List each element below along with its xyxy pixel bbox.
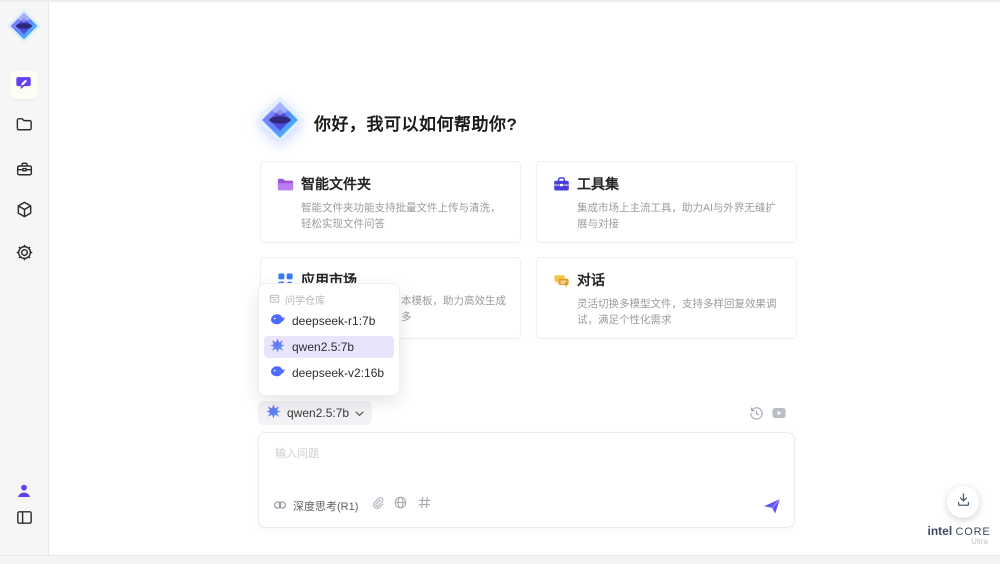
card-title: 对话: [577, 272, 605, 288]
greeting-title: 你好，我可以如何帮助你?: [314, 115, 518, 134]
card-title: 工具集: [577, 176, 619, 192]
model-option-deepseek-r1[interactable]: deepseek-r1:7b: [264, 310, 394, 332]
hash-icon[interactable]: [417, 495, 432, 515]
card-toolset[interactable]: 工具集 集成市场上主流工具，助力AI与外界无缝扩展与对接: [536, 161, 797, 243]
chevron-down-icon: [355, 406, 364, 420]
model-selector-button[interactable]: qwen2.5:7b: [258, 401, 372, 425]
deepseek-whale-icon: [270, 365, 285, 381]
model-dropdown-header-label: 问学仓库: [285, 296, 325, 307]
deepthink-label: 深度思考(R1): [293, 501, 359, 513]
video-icon[interactable]: [771, 405, 787, 421]
sidebar-item-collapse[interactable]: [14, 510, 34, 530]
chat-icon: [15, 74, 33, 97]
deepthink-toggle[interactable]: 深度思考(R1): [273, 498, 358, 514]
paperclip-icon[interactable]: [371, 495, 384, 515]
assistant-logo: [256, 96, 304, 144]
send-icon[interactable]: [763, 497, 781, 515]
sidebar-item-folders[interactable]: [14, 117, 34, 137]
app-logo: [6, 8, 42, 44]
repo-icon: [269, 293, 280, 307]
message-input[interactable]: [273, 443, 757, 489]
sidebar-item-market[interactable]: [14, 200, 34, 224]
download-button[interactable]: [947, 486, 979, 518]
history-icon[interactable]: [749, 406, 764, 421]
card-conversation[interactable]: 对话 灵活切换多模型文件，支持多样回复效果调试，满足个性化需求: [536, 257, 797, 339]
user-icon: [15, 482, 33, 505]
toolbox-icon: [15, 160, 34, 184]
toolbox-indigo-icon: [552, 175, 571, 194]
card-title: 智能文件夹: [301, 176, 371, 192]
model-selector-label: qwen2.5:7b: [287, 406, 350, 420]
qwen-icon: [266, 404, 281, 422]
download-icon: [955, 491, 972, 513]
composer-tools: [371, 495, 432, 515]
model-option-label: qwen2.5:7b: [292, 340, 355, 354]
card-description-partial: 本模板，助力高效生成多: [401, 295, 506, 323]
chat-orange-icon: [552, 271, 571, 290]
qwen-icon: [270, 338, 285, 356]
sidebar-item-account[interactable]: [14, 483, 34, 503]
model-option-label: deepseek-r1:7b: [292, 314, 376, 328]
model-dropdown: 问学仓库 deepseek-r1:7b qwen2.5:7b deepseek-…: [258, 283, 400, 396]
sidebar-item-chat[interactable]: [10, 71, 38, 99]
folder-icon: [15, 115, 34, 139]
window-top-border: [0, 0, 1000, 2]
panel-icon: [15, 508, 34, 532]
card-description: 集成市场上主流工具，助力AI与外界无缝扩展与对接: [577, 202, 776, 230]
folder-purple-icon: [276, 175, 295, 194]
intel-brand-label: intel: [927, 524, 953, 538]
sidebar-item-toolset[interactable]: [14, 162, 34, 182]
model-option-deepseek-v2[interactable]: deepseek-v2:16b: [264, 362, 394, 384]
model-option-qwen[interactable]: qwen2.5:7b: [264, 336, 394, 358]
intel-tier-label: Ultra: [971, 537, 988, 546]
model-dropdown-header: 问学仓库: [269, 292, 325, 307]
card-description: 智能文件夹功能支持批量文件上传与清洗，轻松实现文件问答: [301, 202, 501, 230]
globe-icon[interactable]: [393, 495, 408, 515]
sidebar-item-settings[interactable]: [14, 243, 34, 267]
intel-core-badge: intel CORE Ultra: [926, 524, 992, 546]
card-description: 灵活切换多模型文件，支持多样回复效果调试，满足个性化需求: [577, 298, 777, 326]
deepseek-whale-icon: [270, 313, 285, 329]
composer: 深度思考(R1): [258, 432, 795, 528]
sidebar: [0, 0, 49, 555]
deepthink-icon: [273, 499, 287, 514]
cube-icon: [15, 200, 34, 224]
card-smart-folder[interactable]: 智能文件夹 智能文件夹功能支持批量文件上传与清洗，轻松实现文件问答: [260, 161, 521, 243]
settings-icon: [15, 243, 34, 267]
model-option-label: deepseek-v2:16b: [292, 366, 385, 380]
